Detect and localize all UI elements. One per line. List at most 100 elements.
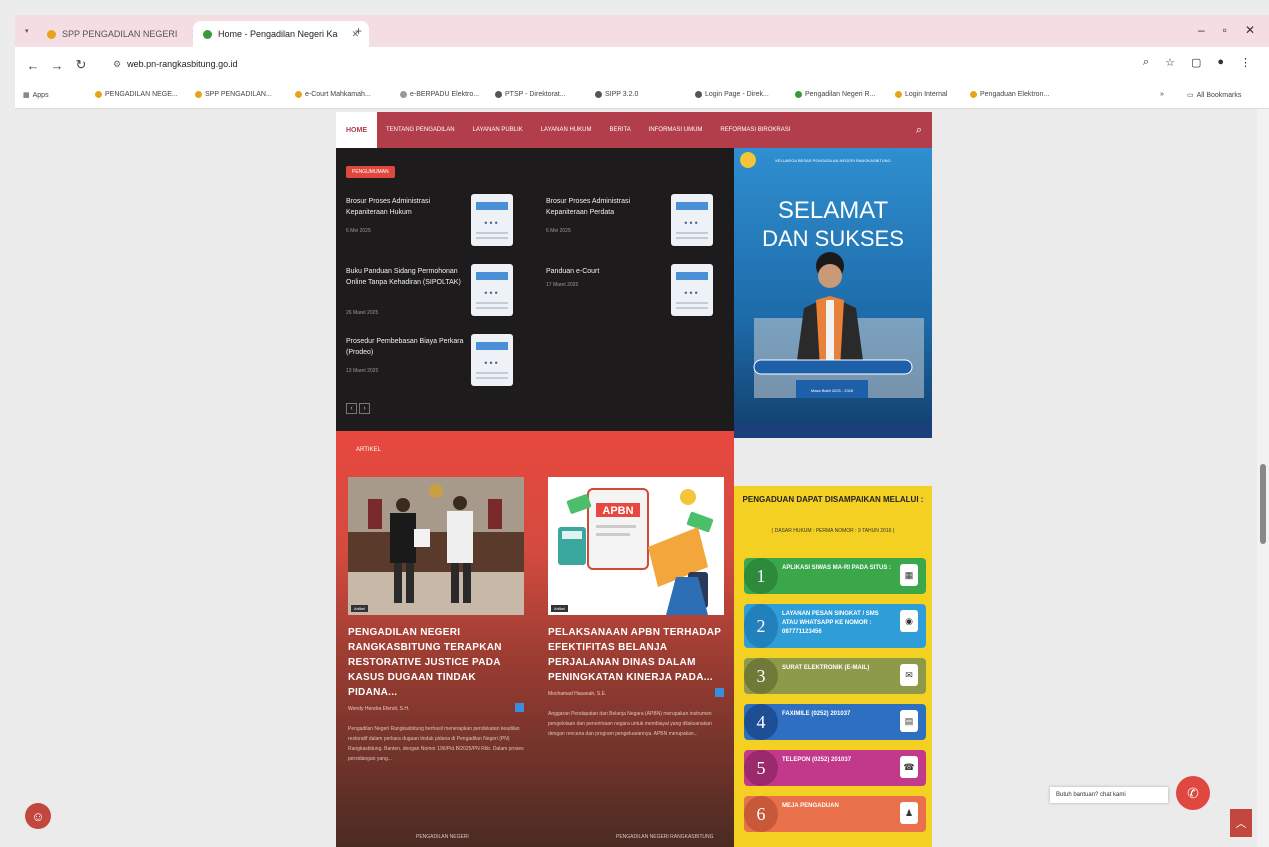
sidebar: KELUARGA BESAR PENGADILAN NEGERI RANGKAS… bbox=[734, 148, 932, 847]
announcement-post[interactable]: Buku Panduan Sidang Permohonan Online Ta… bbox=[346, 264, 531, 326]
whatsapp-icon: ◉ bbox=[900, 610, 918, 632]
restore-icon[interactable]: ▫ bbox=[1223, 23, 1227, 37]
row-text: TELEPON (0252) 201037 bbox=[782, 757, 852, 763]
bookmark-item[interactable]: e-BERPADU Elektro... bbox=[400, 91, 479, 98]
bookmark-item[interactable]: Login Page - Direk... bbox=[695, 91, 769, 98]
complaint-row[interactable]: 4 FAXIMILE (0252) 201037 ▤ bbox=[744, 704, 926, 740]
complaint-row[interactable]: 5 TELEPON (0252) 201037 ☎ bbox=[744, 750, 926, 786]
article-photo[interactable]: APBN Artikel bbox=[548, 477, 724, 615]
accessibility-icon: ☺ bbox=[31, 808, 45, 824]
site-content: HOME TENTANG PENGADILAN LAYANAN PUBLIK L… bbox=[336, 109, 932, 847]
nav-item[interactable]: INFORMASI UMUM bbox=[640, 127, 712, 133]
announcement-post[interactable]: Brosur Proses Administrasi Kepaniteraan … bbox=[346, 194, 531, 256]
extensions-icon[interactable]: ▢ bbox=[1191, 56, 1201, 69]
main-column: PENGUMUMAN Brosur Proses Administrasi Ke… bbox=[336, 148, 734, 847]
bookmark-item[interactable]: Pengadilan Negeri R... bbox=[795, 91, 875, 98]
next-article-heading[interactable]: PENGADILAN NEGERI RANGKASBITUNG bbox=[616, 834, 714, 840]
folder-icon: ▭ bbox=[1187, 92, 1194, 99]
menu-icon[interactable]: ⋮ bbox=[1240, 56, 1251, 69]
nav-item[interactable]: TENTANG PENGADILAN bbox=[377, 127, 464, 133]
search-icon[interactable]: ⌕ bbox=[916, 124, 922, 137]
new-tab-icon[interactable]: + bbox=[355, 24, 362, 38]
prev-arrow-icon[interactable]: ‹ bbox=[346, 403, 357, 414]
forward-icon[interactable]: → bbox=[45, 58, 69, 73]
minimize-icon[interactable]: – bbox=[1198, 23, 1205, 37]
court-favicon-icon bbox=[895, 91, 902, 98]
nav-home[interactable]: HOME bbox=[336, 112, 377, 148]
article-photo[interactable]: Artikel bbox=[348, 477, 524, 615]
share-icon[interactable] bbox=[515, 703, 524, 712]
bookmark-star-icon[interactable]: ☆ bbox=[1165, 56, 1175, 69]
desk-officer-icon: ♟ bbox=[900, 802, 918, 824]
row-number: 1 bbox=[744, 558, 778, 594]
announcement-post[interactable]: Prosedur Pembebasan Biaya Perkara (Prode… bbox=[346, 334, 531, 396]
close-window-icon[interactable]: ✕ bbox=[1245, 23, 1255, 37]
row-number: 4 bbox=[744, 704, 778, 740]
nav-item[interactable]: LAYANAN PUBLIK bbox=[464, 127, 532, 133]
article-card[interactable]: Artikel PENGADILAN NEGERI RANGKASBITUNG … bbox=[348, 477, 524, 764]
article-card[interactable]: APBN Artikel PELAKSANAAN APBN TERHADAP E… bbox=[548, 477, 724, 739]
image-category-label: Artikel bbox=[551, 605, 569, 612]
tab-spp[interactable]: SPP PENGADILAN NEGERI ✕ bbox=[37, 21, 209, 47]
post-title[interactable]: Brosur Proses Administrasi Kepaniteraan … bbox=[346, 196, 466, 218]
whatsapp-chat-button[interactable]: ✆ bbox=[1176, 776, 1210, 810]
row-number: 3 bbox=[744, 658, 778, 694]
globe-icon bbox=[400, 91, 407, 98]
bookmark-item[interactable]: e-Court Mahkamah... bbox=[295, 91, 371, 98]
url-field[interactable]: ⚙ web.pn-rangkasbitung.go.id bbox=[105, 53, 1155, 75]
bookmark-apps[interactable]: ▦ Apps bbox=[23, 91, 49, 100]
announcement-post[interactable]: Panduan e-Court 17 Maret 2025 ••• bbox=[546, 264, 731, 326]
tab-search-icon[interactable]: ▾ bbox=[25, 27, 29, 35]
bookmark-item[interactable]: SPP PENGADILAN... bbox=[195, 91, 272, 98]
nav-item[interactable]: REFORMASI BIROKRASI bbox=[711, 127, 799, 133]
court-favicon-icon bbox=[295, 91, 302, 98]
globe-icon bbox=[495, 91, 502, 98]
bookmark-item[interactable]: Pengaduan Elektron... bbox=[970, 91, 1049, 98]
back-icon[interactable]: ← bbox=[21, 58, 45, 73]
court-favicon-icon bbox=[795, 91, 802, 98]
congratulation-banner[interactable]: KELUARGA BESAR PENGADILAN NEGERI RANGKAS… bbox=[734, 148, 932, 438]
profile-icon[interactable]: ● bbox=[1217, 56, 1224, 69]
tab-home[interactable]: Home - Pengadilan Negeri Ka ✕ bbox=[193, 21, 370, 47]
complaint-row[interactable]: 1 APLIKASI SIWAS MA-RI PADA SITUS : ▦ bbox=[744, 558, 926, 594]
all-bookmarks[interactable]: ▭ All Bookmarks bbox=[1187, 91, 1241, 100]
announcement-post[interactable]: Brosur Proses Administrasi Kepaniteraan … bbox=[546, 194, 731, 256]
zoom-icon[interactable]: ⌕ bbox=[1143, 56, 1149, 69]
bookmark-item[interactable]: Login Internal bbox=[895, 91, 947, 98]
next-arrow-icon[interactable]: › bbox=[359, 403, 370, 414]
article-title[interactable]: PENGADILAN NEGERI RANGKASBITUNG TERAPKAN… bbox=[348, 625, 524, 700]
article-meta: Wendy Hendra Efendi, S.H. bbox=[348, 703, 524, 712]
article-author: Wendy Hendra Efendi, S.H. bbox=[348, 706, 410, 712]
nav-item[interactable]: LAYANAN HUKUM bbox=[532, 127, 601, 133]
reload-icon[interactable]: ↻ bbox=[69, 57, 93, 73]
scroll-thumb[interactable] bbox=[1260, 464, 1266, 544]
next-article-heading[interactable]: PENGADILAN NEGERI bbox=[416, 834, 469, 840]
post-date: 13 Maret 2025 bbox=[346, 368, 379, 374]
bookmark-label: Pengaduan Elektron... bbox=[980, 91, 1050, 98]
post-title[interactable]: Brosur Proses Administrasi Kepaniteraan … bbox=[546, 196, 666, 218]
document-icon: ••• bbox=[471, 334, 513, 386]
complaint-row[interactable]: 6 MEJA PENGADUAN ♟ bbox=[744, 796, 926, 832]
post-title[interactable]: Panduan e-Court bbox=[546, 266, 666, 277]
row-number: 6 bbox=[744, 796, 778, 832]
scroll-to-top-button[interactable]: ︿ bbox=[1230, 809, 1252, 837]
banner-small-text: KELUARGA BESAR PENGADILAN NEGERI RANGKAS… bbox=[775, 158, 890, 163]
page-scrollbar[interactable] bbox=[1257, 109, 1269, 847]
bookmark-overflow[interactable]: » bbox=[1160, 91, 1164, 98]
apps-grid-icon: ▦ bbox=[23, 92, 30, 99]
complaint-row[interactable]: 2 LAYANAN PESAN SINGKAT / SMS ATAU WHATS… bbox=[744, 604, 926, 648]
post-title[interactable]: Prosedur Pembebasan Biaya Perkara (Prode… bbox=[346, 336, 466, 358]
complaint-row[interactable]: 3 SURAT ELEKTRONIK (E-MAIL) ✉ bbox=[744, 658, 926, 694]
bookmark-item[interactable]: SIPP 3.2.0 bbox=[595, 91, 638, 98]
nav-item[interactable]: BERITA bbox=[601, 127, 640, 133]
site-info-icon[interactable]: ⚙ bbox=[113, 59, 121, 70]
chat-prompt[interactable]: Butuh bantuan? chat kami bbox=[1050, 787, 1168, 803]
post-title[interactable]: Buku Panduan Sidang Permohonan Online Ta… bbox=[346, 266, 466, 288]
accessibility-button[interactable]: ☺ bbox=[25, 803, 51, 829]
svg-text:APBN: APBN bbox=[602, 505, 633, 517]
share-icon[interactable] bbox=[715, 688, 724, 697]
email-icon: ✉ bbox=[900, 664, 918, 686]
bookmark-item[interactable]: PTSP - Direktorat... bbox=[495, 91, 566, 98]
bookmark-item[interactable]: PENGADILAN NEGE... bbox=[95, 91, 178, 98]
article-title[interactable]: PELAKSANAAN APBN TERHADAP EFEKTIFITAS BE… bbox=[548, 625, 724, 685]
